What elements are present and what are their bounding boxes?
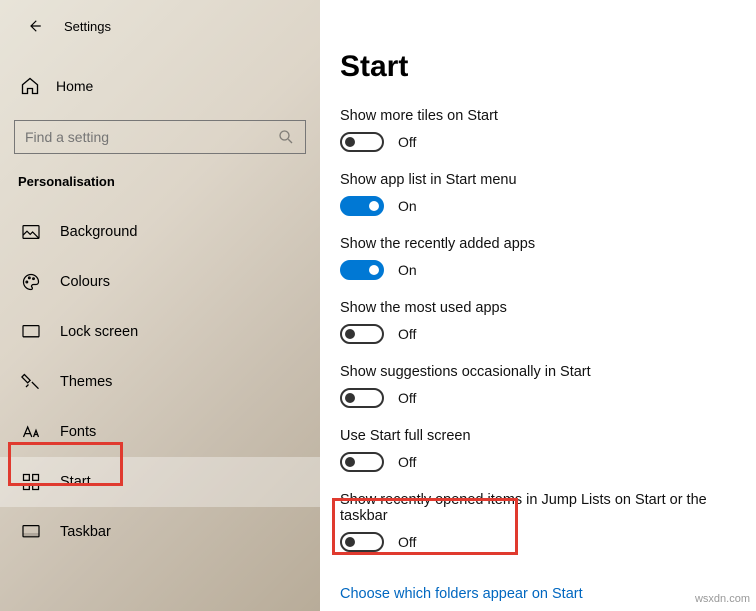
nav-list: Background Colours Lock screen Themes Fo… [0,203,320,557]
search-input[interactable] [25,129,277,145]
toggle-state: On [398,262,417,278]
setting-jump-lists: Show recently opened items in Jump Lists… [340,492,756,552]
home-label: Home [56,78,93,94]
toggle-full-screen[interactable] [340,452,384,472]
setting-label: Use Start full screen [340,428,756,444]
toggle-state: Off [398,534,416,550]
sidebar-item-colours[interactable]: Colours [0,257,320,307]
start-icon [20,471,42,493]
setting-recent-apps: Show the recently added apps On [340,236,756,280]
nav-label: Colours [60,274,110,290]
back-arrow-icon [25,17,43,35]
toggle-recent-apps[interactable] [340,260,384,280]
nav-label: Taskbar [60,524,111,540]
palette-icon [20,271,42,293]
lock-screen-icon [20,321,42,343]
setting-suggestions: Show suggestions occasionally in Start O… [340,364,756,408]
page-title: Start [340,50,756,84]
themes-icon [20,371,42,393]
watermark: wsxdn.com [695,593,750,605]
toggle-app-list[interactable] [340,196,384,216]
sidebar-item-themes[interactable]: Themes [0,357,320,407]
nav-label: Themes [60,374,112,390]
toggle-jump-lists[interactable] [340,532,384,552]
toggle-state: Off [398,454,416,470]
sidebar: Settings Home Personalisation Background… [0,0,320,611]
toggle-more-tiles[interactable] [340,132,384,152]
home-icon [20,76,40,96]
setting-label: Show the most used apps [340,300,756,316]
home-nav[interactable]: Home [0,66,320,106]
sidebar-item-fonts[interactable]: Fonts [0,407,320,457]
top-bar: Settings [0,0,320,46]
setting-label: Show app list in Start menu [340,172,756,188]
app-title: Settings [64,19,111,34]
setting-label: Show the recently added apps [340,236,756,252]
fonts-icon [20,421,42,443]
nav-label: Fonts [60,424,96,440]
sidebar-item-background[interactable]: Background [0,207,320,257]
main-content: Start Show more tiles on Start Off Show … [340,0,756,611]
sidebar-item-taskbar[interactable]: Taskbar [0,507,320,557]
toggle-state: Off [398,134,416,150]
sidebar-item-start[interactable]: Start [0,457,320,507]
setting-label: Show recently opened items in Jump Lists… [340,492,756,524]
back-button[interactable] [22,14,46,38]
search-icon [277,128,295,146]
toggle-most-used[interactable] [340,324,384,344]
setting-label: Show more tiles on Start [340,108,756,124]
toggle-suggestions[interactable] [340,388,384,408]
search-box[interactable] [14,120,306,154]
folders-link[interactable]: Choose which folders appear on Start [340,586,583,602]
picture-icon [20,221,42,243]
nav-label: Lock screen [60,324,138,340]
setting-label: Show suggestions occasionally in Start [340,364,756,380]
section-label: Personalisation [0,168,320,203]
taskbar-icon [20,521,42,543]
toggle-state: Off [398,390,416,406]
nav-label: Start [60,474,91,490]
sidebar-item-lockscreen[interactable]: Lock screen [0,307,320,357]
setting-more-tiles: Show more tiles on Start Off [340,108,756,152]
toggle-state: Off [398,326,416,342]
setting-full-screen: Use Start full screen Off [340,428,756,472]
setting-app-list: Show app list in Start menu On [340,172,756,216]
setting-most-used: Show the most used apps Off [340,300,756,344]
toggle-state: On [398,198,417,214]
nav-label: Background [60,224,137,240]
